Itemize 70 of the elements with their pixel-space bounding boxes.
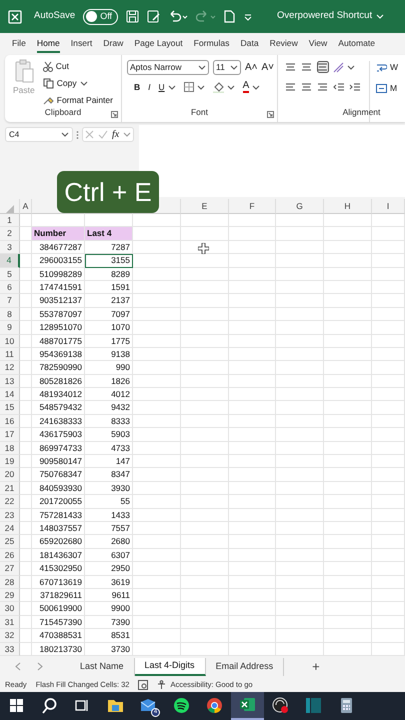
table-cell: 7557 bbox=[85, 522, 133, 536]
table-cell: 470388531 bbox=[32, 629, 85, 642]
table-cell: 481934012 bbox=[32, 388, 85, 402]
table-cell: 9432 bbox=[85, 401, 133, 415]
table-cell: 840593930 bbox=[32, 482, 85, 496]
table-cell: 6307 bbox=[85, 548, 133, 562]
table-cell: 869974733 bbox=[32, 442, 85, 456]
table-cell: 174741591 bbox=[32, 280, 85, 294]
table-cell: 148037557 bbox=[32, 522, 85, 536]
table-cell: 1070 bbox=[85, 321, 133, 335]
table-cell: 371829611 bbox=[32, 588, 85, 602]
table-cell: 384677287 bbox=[32, 240, 85, 254]
table-cell: 1826 bbox=[85, 374, 133, 388]
group-label: Font bbox=[190, 106, 209, 119]
table-cell: 296003155 bbox=[32, 254, 85, 268]
table-cell: 990 bbox=[85, 361, 133, 375]
autosave-label: AutoSave bbox=[34, 9, 76, 24]
table-cell: 2950 bbox=[85, 562, 133, 576]
table-cell: 659202680 bbox=[32, 535, 85, 549]
window-title: Overpowered Shortcut bbox=[277, 9, 372, 24]
table-cell: 1591 bbox=[85, 280, 133, 294]
table-cell: 3730 bbox=[85, 642, 133, 656]
table-cell: 9611 bbox=[85, 588, 133, 602]
table-cell: 750768347 bbox=[32, 468, 85, 482]
table-cell: 7097 bbox=[85, 308, 133, 322]
shortcut-toast: Ctrl + E bbox=[57, 171, 159, 213]
table-cell: 954369138 bbox=[32, 348, 85, 362]
table-cell: 8347 bbox=[85, 468, 133, 482]
table-cell: 553787097 bbox=[32, 308, 85, 322]
table-cell: 488701775 bbox=[32, 334, 85, 348]
table-cell: 147 bbox=[85, 455, 133, 468]
group-label: Clipboard bbox=[44, 106, 82, 119]
table-cell: 55 bbox=[85, 495, 133, 509]
table-cell: 436175903 bbox=[32, 428, 85, 442]
table-cell: 128951070 bbox=[32, 321, 85, 335]
table-cell: 1775 bbox=[85, 334, 133, 348]
table-cell: 2680 bbox=[85, 535, 133, 549]
table-cell: 903512137 bbox=[32, 294, 85, 308]
table-cell: 8289 bbox=[85, 268, 133, 281]
table-cell: 500619900 bbox=[32, 602, 85, 616]
table-cell: 180213730 bbox=[32, 642, 85, 656]
table-cell: 181436307 bbox=[32, 548, 85, 562]
table-cell: 510998289 bbox=[32, 268, 85, 281]
table-cell: 241638333 bbox=[32, 414, 85, 428]
table-cell: 3155 bbox=[85, 254, 133, 268]
table-cell: Last 4 bbox=[85, 227, 133, 241]
table-cell: 201720055 bbox=[32, 495, 85, 509]
table-cell: 757281433 bbox=[32, 508, 85, 522]
table-cell: 4733 bbox=[85, 442, 133, 456]
table-cell: 715457390 bbox=[32, 616, 85, 630]
table-cell: 1433 bbox=[85, 508, 133, 522]
table-cell: 7390 bbox=[85, 616, 133, 630]
table-cell: 670713619 bbox=[32, 576, 85, 589]
table-cell: 7287 bbox=[85, 240, 133, 254]
table-cell: 9900 bbox=[85, 602, 133, 616]
table-cell: 909580147 bbox=[32, 455, 85, 468]
table-cell: 4012 bbox=[85, 388, 133, 402]
table-cell: 9138 bbox=[85, 348, 133, 362]
table-cell: 782590990 bbox=[32, 361, 85, 375]
table-cell: Number bbox=[32, 227, 85, 241]
group-label: Alignment bbox=[342, 106, 382, 119]
table-cell: 805281826 bbox=[32, 374, 85, 388]
table-cell: 415302950 bbox=[32, 562, 85, 576]
table-cell: 3619 bbox=[85, 576, 133, 589]
table-cell: 548579432 bbox=[32, 401, 85, 415]
table-cell: 5903 bbox=[85, 428, 133, 442]
table-cell: 2137 bbox=[85, 294, 133, 308]
table-cell: 8333 bbox=[85, 414, 133, 428]
table-cell: 3930 bbox=[85, 482, 133, 496]
table-cell: 8531 bbox=[85, 629, 133, 642]
